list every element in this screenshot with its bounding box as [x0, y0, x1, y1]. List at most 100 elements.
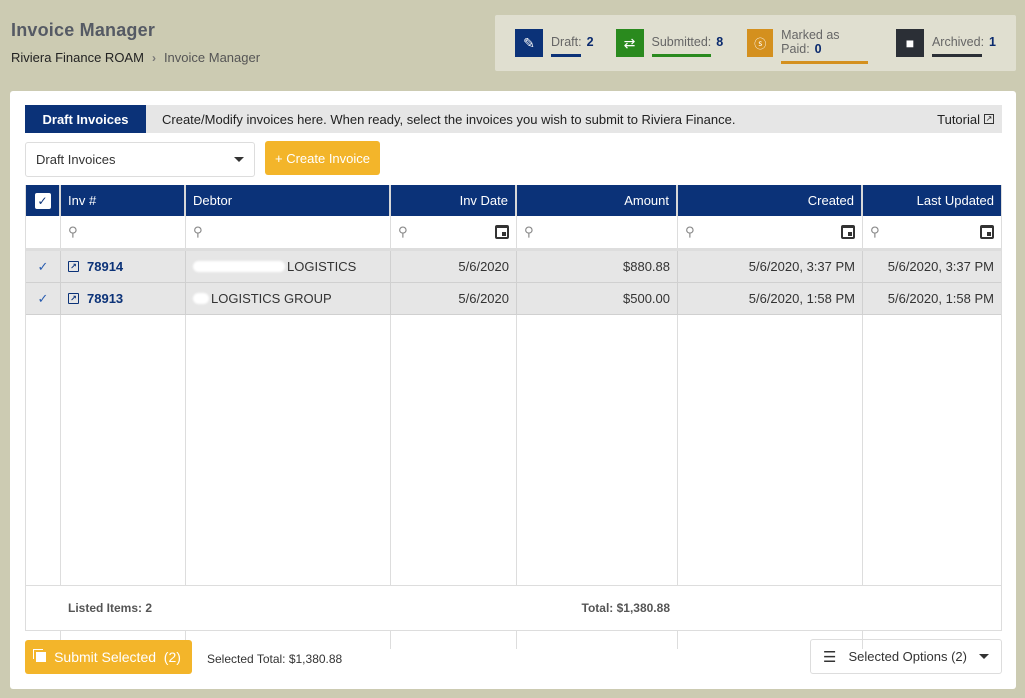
tutorial-link[interactable]: Tutorial ↗ [937, 112, 994, 127]
filter-amount[interactable]: ⚲ [517, 216, 678, 248]
table-row[interactable]: ✓ ↗ 78913 LOGISTICS GROUP 5/6/2020 $500.0… [26, 283, 1001, 315]
col-header-inv-date[interactable]: Inv Date [391, 185, 517, 216]
external-link-icon: ↗ [984, 114, 994, 124]
col-header-last-updated[interactable]: Last Updated [863, 185, 1001, 216]
col-header-debtor[interactable]: Debtor [186, 185, 391, 216]
submit-selected-button[interactable]: Submit Selected (2) [25, 640, 192, 674]
filter-inv[interactable]: ⚲ [61, 216, 186, 248]
calendar-icon[interactable] [841, 225, 855, 239]
status-count: 1 [989, 35, 996, 49]
filter-created[interactable]: ⚲ [678, 216, 863, 248]
col-header-amount[interactable]: Amount [517, 185, 678, 216]
copy-stack-icon [36, 652, 47, 662]
search-icon: ⚲ [685, 224, 695, 239]
select-value: Draft Invoices [36, 152, 116, 167]
status-archived[interactable]: ■ Archived: 1 [895, 29, 996, 57]
status-count: 0 [814, 42, 822, 56]
created-cell: 5/6/2020, 3:37 PM [678, 251, 863, 282]
amount-cell: $500.00 [517, 283, 678, 314]
dollar-coin-icon: ⓢ [747, 29, 774, 57]
debtor-name: LOGISTICS [287, 259, 357, 274]
status-label: Draft: [551, 35, 582, 49]
status-underline [651, 54, 711, 57]
grid-header: ✓ Inv # Debtor Inv Date Amount Created L… [26, 185, 1001, 216]
tab-bar: Draft Invoices Create/Modify invoices he… [25, 105, 1002, 133]
redacted-text [193, 293, 209, 304]
status-paid[interactable]: ⓢ Marked as Paid: 0 [747, 28, 876, 64]
invoice-number: 78914 [87, 259, 124, 274]
grid-total: Total: $1,380.88 [581, 601, 671, 615]
table-row[interactable]: ✓ ↗ 78914 LOGISTICS 5/6/2020 $880.88 5/6/… [26, 251, 1001, 283]
row-checkbox[interactable]: ✓ [26, 283, 61, 314]
list-icon: ☰ [823, 648, 837, 666]
inv-date-cell: 5/6/2020 [391, 283, 517, 314]
status-underline [931, 54, 982, 57]
invoice-view-select[interactable]: Draft Invoices [25, 142, 255, 177]
search-icon: ⚲ [398, 224, 408, 239]
search-icon: ⚲ [68, 224, 78, 239]
search-icon: ⚲ [524, 224, 534, 239]
selected-options-dropdown[interactable]: ☰ Selected Options (2) [810, 639, 1002, 674]
updated-cell: 5/6/2020, 3:37 PM [887, 259, 994, 274]
invoice-link[interactable]: ↗ 78914 [68, 259, 123, 274]
breadcrumb-current: Invoice Manager [163, 50, 261, 65]
created-cell: 5/6/2020, 1:58 PM [678, 283, 863, 314]
grid-footer: Listed Items: 2 Total: $1,380.88 [25, 585, 1002, 631]
col-header-inv[interactable]: Inv # [61, 185, 186, 216]
amount-cell: $880.88 [517, 251, 678, 282]
filter-row: ⚲ ⚲ ⚲ ⚲ ⚲ ⚲ [26, 216, 1001, 251]
status-underline [781, 61, 869, 64]
status-draft[interactable]: ✎ Draft: 2 [515, 29, 594, 57]
check-icon: ✓ [37, 258, 49, 274]
filter-inv-date[interactable]: ⚲ [391, 216, 517, 248]
listed-items-count: Listed Items: 2 [68, 601, 153, 615]
status-underline [551, 54, 581, 57]
tab-description: Create/Modify invoices here. When ready,… [162, 111, 736, 127]
filter-last-updated[interactable]: ⚲ [863, 216, 1001, 248]
check-icon: ✓ [37, 290, 49, 306]
redacted-text [193, 261, 285, 272]
search-icon: ⚲ [193, 224, 203, 239]
invoice-grid: ✓ Inv # Debtor Inv Date Amount Created L… [25, 185, 1002, 649]
submit-label: Submit Selected (2) [54, 649, 181, 665]
submit-check-icon: ⇄ [615, 29, 644, 57]
debtor-name: LOGISTICS GROUP [211, 291, 332, 306]
tutorial-label: Tutorial [937, 111, 980, 127]
chevron-right-icon: › [151, 50, 156, 65]
inv-date-cell: 5/6/2020 [391, 251, 517, 282]
status-submitted[interactable]: ⇄ Submitted: 8 [615, 29, 724, 57]
caret-down-icon [234, 157, 244, 162]
archive-box-icon: ■ [895, 29, 924, 57]
filter-debtor[interactable]: ⚲ [186, 216, 391, 248]
status-label: Submitted: [651, 35, 712, 49]
status-label: Marked as Paid: [781, 28, 840, 56]
calendar-icon[interactable] [495, 225, 509, 239]
invoice-card: Draft Invoices Create/Modify invoices he… [10, 91, 1016, 689]
caret-down-icon [979, 654, 989, 659]
select-all-checkbox[interactable]: ✓ [34, 192, 51, 209]
status-label: Archived: [931, 35, 985, 49]
tab-draft-invoices[interactable]: Draft Invoices [25, 105, 146, 133]
status-count: 2 [586, 35, 594, 49]
breadcrumb: Riviera Finance ROAM › Invoice Manager [11, 50, 260, 65]
calendar-icon[interactable] [980, 225, 994, 239]
debtor-cell: LOGISTICS GROUP [186, 283, 391, 314]
search-icon: ⚲ [870, 224, 880, 239]
status-summary-panel: ✎ Draft: 2 ⇄ Submitted: 8 ⓢ Marked as Paid… [495, 15, 1016, 71]
create-invoice-button[interactable]: + Create Invoice [265, 141, 380, 175]
status-count: 8 [716, 35, 724, 49]
page-title: Invoice Manager [11, 20, 156, 40]
edit-icon: ↗ [68, 261, 79, 272]
breadcrumb-root-link[interactable]: Riviera Finance ROAM [11, 50, 144, 65]
options-label: Selected Options (2) [848, 649, 967, 664]
selected-total: Selected Total: $1,380.88 [207, 652, 343, 666]
pencil-icon: ✎ [515, 29, 543, 57]
invoice-link[interactable]: ↗ 78913 [68, 291, 123, 306]
col-header-created[interactable]: Created [678, 185, 863, 216]
debtor-cell: LOGISTICS [186, 251, 391, 282]
updated-cell: 5/6/2020, 1:58 PM [887, 291, 994, 306]
filter-cell-empty [26, 216, 61, 248]
edit-icon: ↗ [68, 293, 79, 304]
row-checkbox[interactable]: ✓ [26, 251, 61, 282]
select-all-cell: ✓ [26, 185, 61, 216]
